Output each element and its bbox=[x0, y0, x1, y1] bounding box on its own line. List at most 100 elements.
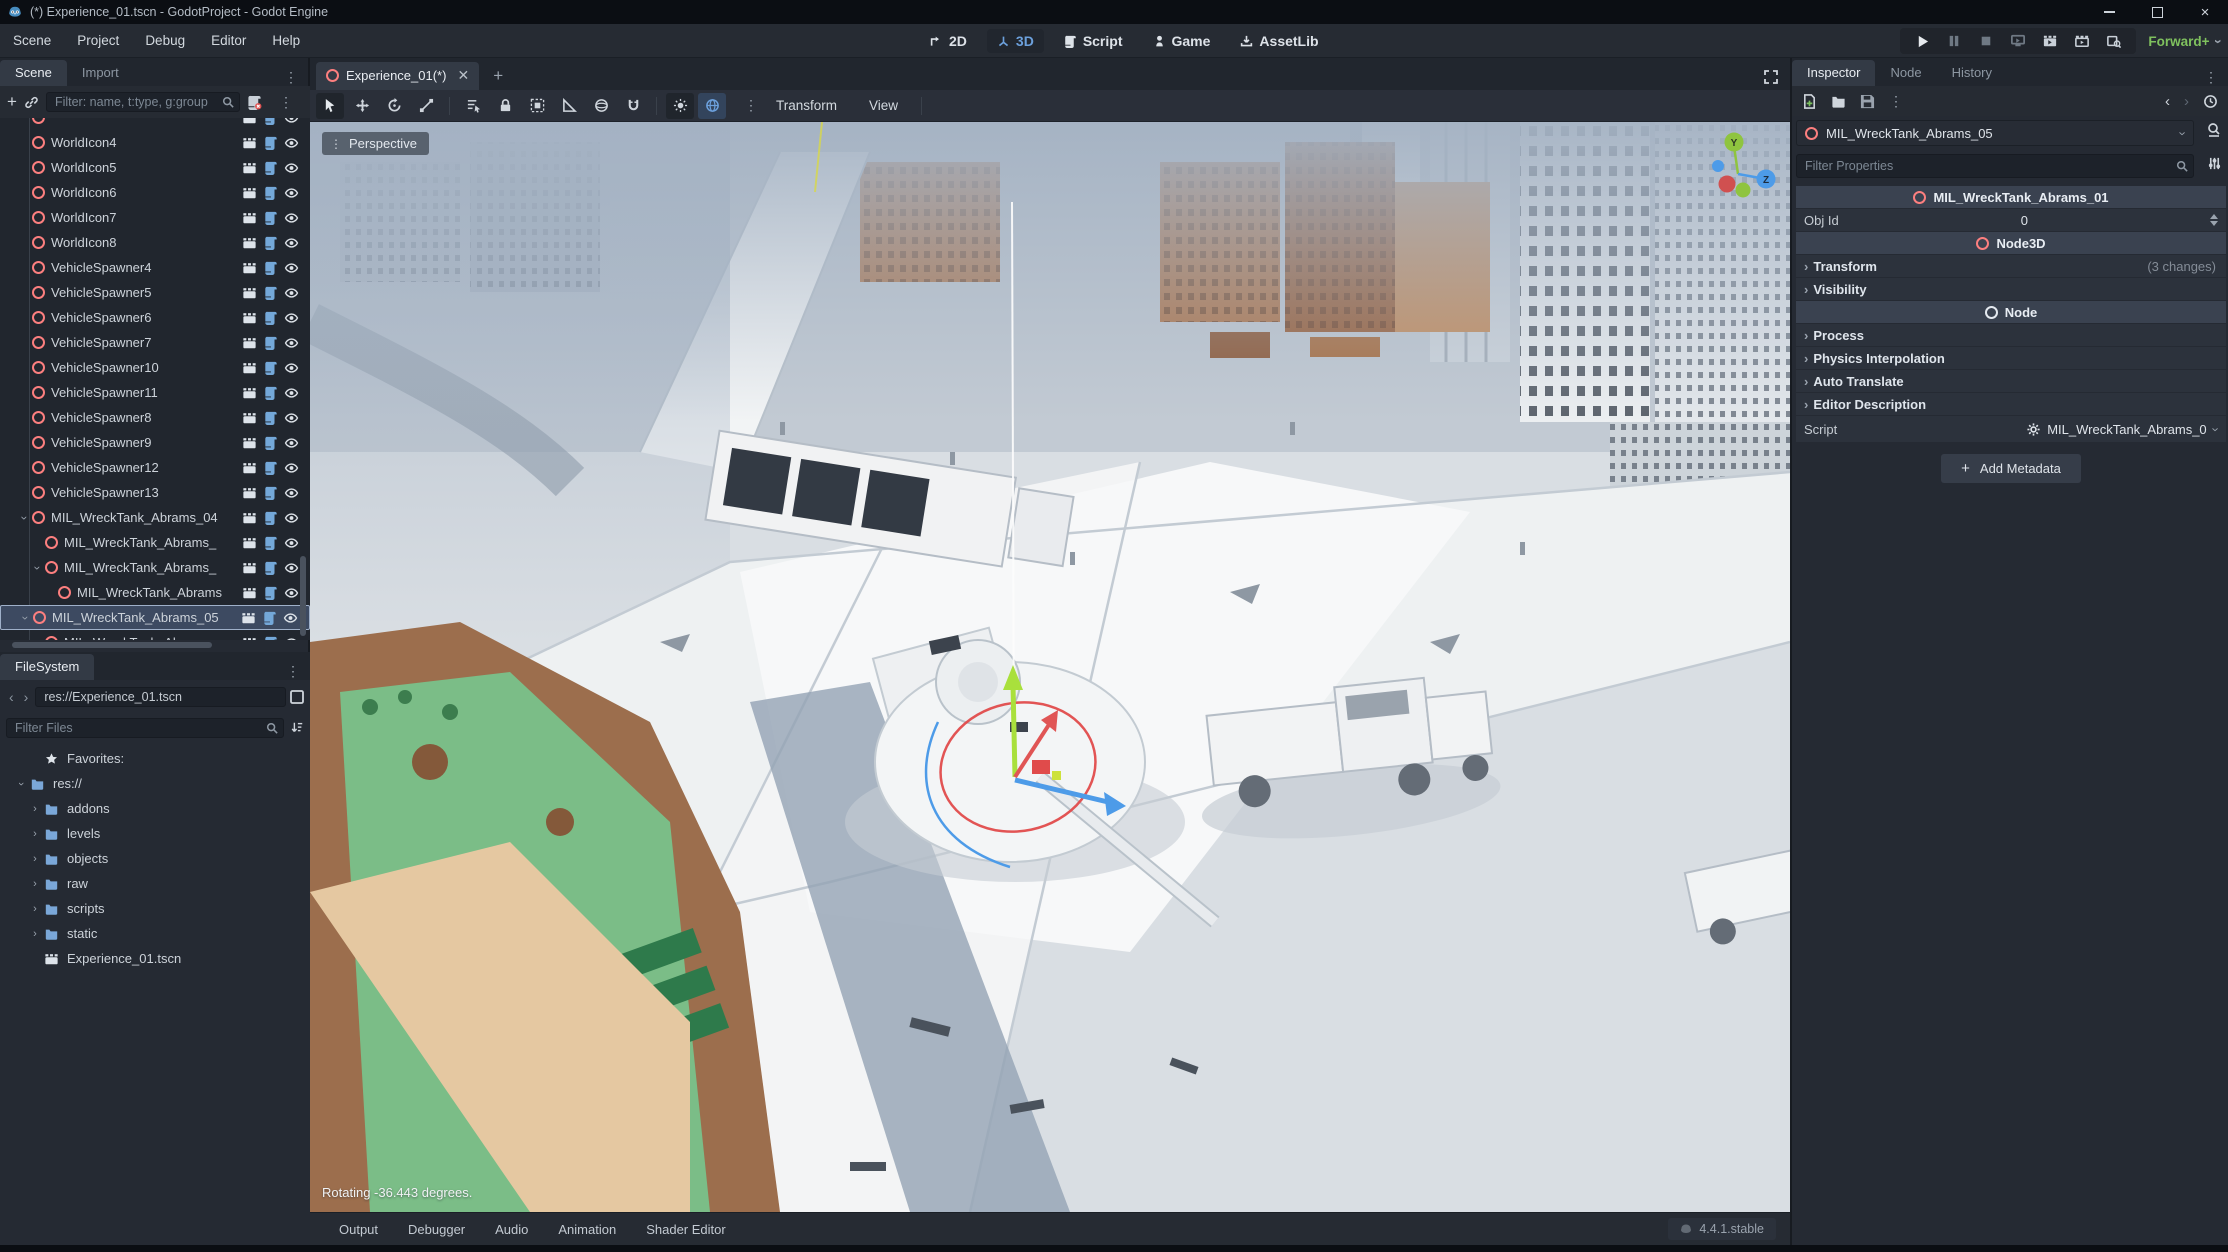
scene-tree-row[interactable]: VehicleSpawner4 bbox=[0, 255, 310, 280]
menu-debug[interactable]: Debug bbox=[132, 24, 198, 57]
inspector-group[interactable]: ›Visibility bbox=[1796, 278, 2226, 300]
expand-arrow-icon[interactable]: › bbox=[18, 511, 32, 524]
history-forward-icon[interactable]: › bbox=[2184, 93, 2189, 110]
scene-tree-row[interactable]: ›MIL_WreckTank_Abrams_05 bbox=[0, 605, 310, 630]
open-scene-icon[interactable] bbox=[239, 635, 260, 641]
visibility-icon[interactable] bbox=[281, 635, 302, 641]
bottom-tab-animation[interactable]: Animation bbox=[543, 1222, 631, 1237]
scene-tree-row[interactable]: VehicleSpawner9 bbox=[0, 430, 310, 455]
script-icon[interactable] bbox=[260, 560, 281, 576]
open-scene-icon[interactable] bbox=[239, 185, 260, 201]
open-scene-icon[interactable] bbox=[239, 535, 260, 551]
inspector-category[interactable]: MIL_WreckTank_Abrams_01 bbox=[1796, 186, 2226, 208]
ruler-mode-icon[interactable] bbox=[555, 93, 583, 119]
sun-environment-menu-icon[interactable]: ⋮ bbox=[730, 93, 758, 119]
property-value[interactable]: 0 bbox=[1839, 213, 2210, 228]
visibility-icon[interactable] bbox=[281, 385, 302, 401]
load-resource-icon[interactable] bbox=[1831, 94, 1846, 109]
scene-tree-row[interactable]: VehicleSpawner10 bbox=[0, 355, 310, 380]
visibility-icon[interactable] bbox=[281, 260, 302, 276]
filesystem-row[interactable]: ›addons bbox=[0, 796, 310, 821]
script-icon[interactable] bbox=[260, 460, 281, 476]
open-scene-icon[interactable] bbox=[238, 610, 259, 626]
dock-menu-icon[interactable]: ⋮ bbox=[274, 69, 308, 86]
sort-files-icon[interactable] bbox=[290, 721, 304, 735]
play-scene-button[interactable] bbox=[2042, 33, 2058, 49]
bottom-tab-shader-editor[interactable]: Shader Editor bbox=[631, 1222, 741, 1237]
close-tab-icon[interactable]: ✕ bbox=[453, 67, 469, 84]
visibility-icon[interactable] bbox=[281, 510, 302, 526]
visibility-icon[interactable] bbox=[281, 585, 302, 601]
move-mode-button[interactable] bbox=[348, 93, 376, 119]
scene-tree-vscrollbar[interactable] bbox=[300, 556, 306, 636]
inspector-category[interactable]: Node3D bbox=[1796, 232, 2226, 254]
workspace-2d[interactable]: 2D bbox=[920, 29, 977, 53]
inspector-group[interactable]: ›Physics Interpolation bbox=[1796, 347, 2226, 369]
script-icon[interactable] bbox=[260, 135, 281, 151]
expand-arrow-icon[interactable]: › bbox=[19, 611, 33, 624]
tab-import[interactable]: Import bbox=[67, 60, 134, 86]
script-icon[interactable] bbox=[260, 335, 281, 351]
open-scene-icon[interactable] bbox=[239, 560, 260, 576]
script-icon[interactable] bbox=[260, 210, 281, 226]
script-icon[interactable] bbox=[260, 535, 281, 551]
filesystem-row[interactable]: ›scripts bbox=[0, 896, 310, 921]
menu-editor[interactable]: Editor bbox=[198, 24, 259, 57]
split-mode-icon[interactable] bbox=[290, 690, 304, 704]
inspector-group[interactable]: ›Process bbox=[1796, 324, 2226, 346]
visibility-icon[interactable] bbox=[281, 210, 302, 226]
attach-script-icon[interactable] bbox=[247, 95, 262, 110]
scene-tree-menu-icon[interactable]: ⋮ bbox=[269, 94, 303, 111]
open-scene-icon[interactable] bbox=[239, 435, 260, 451]
open-scene-icon[interactable] bbox=[239, 118, 260, 126]
scene-tree-row[interactable]: WorldIcon5 bbox=[0, 155, 310, 180]
open-scene-icon[interactable] bbox=[239, 485, 260, 501]
open-scene-icon[interactable] bbox=[239, 285, 260, 301]
expand-arrow-icon[interactable]: › bbox=[15, 777, 27, 791]
scene-tree-hscrollbar[interactable] bbox=[12, 642, 212, 648]
filesystem-row[interactable]: ›static bbox=[0, 921, 310, 946]
preview-environment-icon[interactable] bbox=[698, 93, 726, 119]
open-scene-icon[interactable] bbox=[239, 135, 260, 151]
script-icon[interactable] bbox=[260, 360, 281, 376]
script-icon[interactable] bbox=[260, 485, 281, 501]
view-menu[interactable]: View bbox=[855, 98, 912, 113]
property-tools-icon[interactable] bbox=[2207, 156, 2222, 171]
current-path-field[interactable] bbox=[35, 687, 286, 707]
add-node-button[interactable]: + bbox=[7, 92, 17, 112]
transform-menu[interactable]: Transform bbox=[762, 98, 851, 113]
scene-tree-row[interactable]: WorldIcon6 bbox=[0, 180, 310, 205]
visibility-icon[interactable] bbox=[281, 118, 302, 126]
visibility-icon[interactable] bbox=[281, 535, 302, 551]
scale-mode-button[interactable] bbox=[412, 93, 440, 119]
open-scene-icon[interactable] bbox=[239, 360, 260, 376]
group-node-icon[interactable] bbox=[523, 93, 551, 119]
rotate-mode-button[interactable] bbox=[380, 93, 408, 119]
scene-tree-row[interactable]: VehicleSpawner12 bbox=[0, 455, 310, 480]
script-icon[interactable] bbox=[260, 410, 281, 426]
history-clock-icon[interactable] bbox=[2203, 94, 2218, 109]
tab-scene[interactable]: Scene bbox=[0, 60, 67, 86]
filesystem-row[interactable]: ›raw bbox=[0, 871, 310, 896]
scene-tree-row[interactable]: ›MIL_WreckTank_Abrams_04 bbox=[0, 505, 310, 530]
renderer-selector[interactable]: Forward+ › bbox=[2148, 34, 2220, 49]
open-scene-icon[interactable] bbox=[239, 310, 260, 326]
inspector-group[interactable]: ›Auto Translate bbox=[1796, 370, 2226, 392]
scene-tree-row[interactable] bbox=[0, 118, 310, 130]
tab-history[interactable]: History bbox=[1937, 60, 2007, 86]
inspected-node-selector[interactable]: MIL_WreckTank_Abrams_05 › bbox=[1796, 120, 2194, 146]
bottom-tab-debugger[interactable]: Debugger bbox=[393, 1222, 480, 1237]
script-icon[interactable] bbox=[260, 260, 281, 276]
select-mode-button[interactable] bbox=[316, 93, 344, 119]
value-spinner[interactable] bbox=[2210, 214, 2218, 226]
inspector-group[interactable]: ›Transform(3 changes) bbox=[1796, 255, 2226, 277]
filesystem-row[interactable]: ›objects bbox=[0, 846, 310, 871]
script-icon[interactable] bbox=[260, 185, 281, 201]
workspace-3d[interactable]: 3D bbox=[987, 29, 1044, 53]
visibility-icon[interactable] bbox=[280, 610, 301, 626]
workspace-assetlib[interactable]: AssetLib bbox=[1230, 29, 1328, 53]
script-icon[interactable] bbox=[260, 435, 281, 451]
scene-tree-row[interactable]: VehicleSpawner8 bbox=[0, 405, 310, 430]
axis-gizmo[interactable]: Y Z bbox=[1696, 128, 1780, 212]
script-icon[interactable] bbox=[260, 635, 281, 641]
